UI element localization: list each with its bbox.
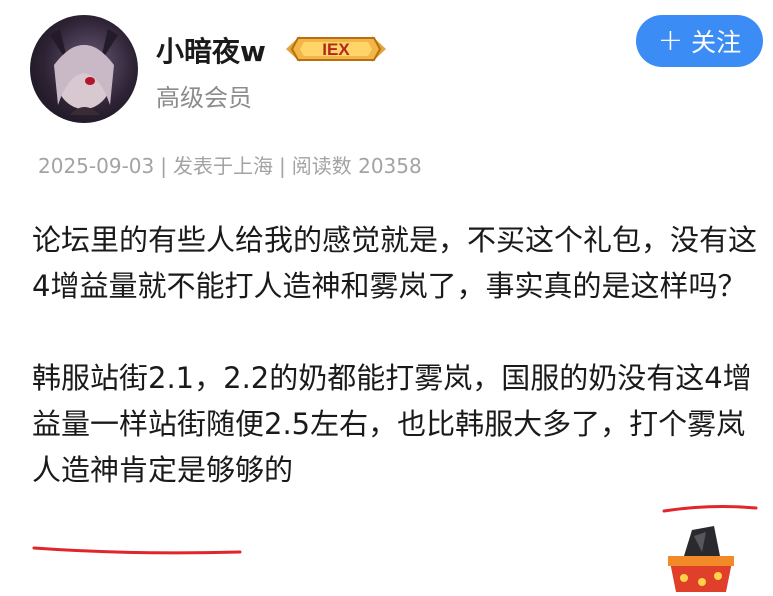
red-underline-annotation <box>32 546 242 555</box>
post-meta: 2025-09-03 | 发表于上海 | 阅读数 20358 <box>38 150 422 179</box>
meta-separator: | <box>278 154 286 178</box>
meta-separator: | <box>160 154 167 178</box>
post-paragraph: 论坛里的有些人给我的感觉就是，不买这个礼包，没有这4增益量就不能打人造神和雾岚了… <box>32 223 758 303</box>
red-underline-annotation <box>662 505 758 513</box>
member-level: 高级会员 <box>156 84 252 112</box>
avatar[interactable] <box>30 15 138 123</box>
plus-icon: + <box>657 23 684 58</box>
follow-button[interactable]: + 关注 <box>636 15 763 67</box>
avatar-image <box>50 29 118 115</box>
floating-mascot-icon[interactable] <box>662 522 740 592</box>
post-location: 发表于上海 <box>172 154 273 178</box>
badge-text: IEX <box>322 40 350 59</box>
post-paragraph: 韩服站街2.1，2.2的奶都能打雾岚，国服的奶没有这4增益量一样站街随便2.5左… <box>32 361 752 487</box>
level-badge-icon: IEX <box>282 30 390 68</box>
view-count: 阅读数 20358 <box>291 154 422 178</box>
follow-button-label: 关注 <box>691 28 742 57</box>
username[interactable]: 小暗夜w <box>156 30 266 70</box>
post-date: 2025-09-03 <box>38 154 155 178</box>
post-body: 论坛里的有些人给我的感觉就是，不买这个礼包，没有这4增益量就不能打人造神和雾岚了… <box>32 217 762 493</box>
